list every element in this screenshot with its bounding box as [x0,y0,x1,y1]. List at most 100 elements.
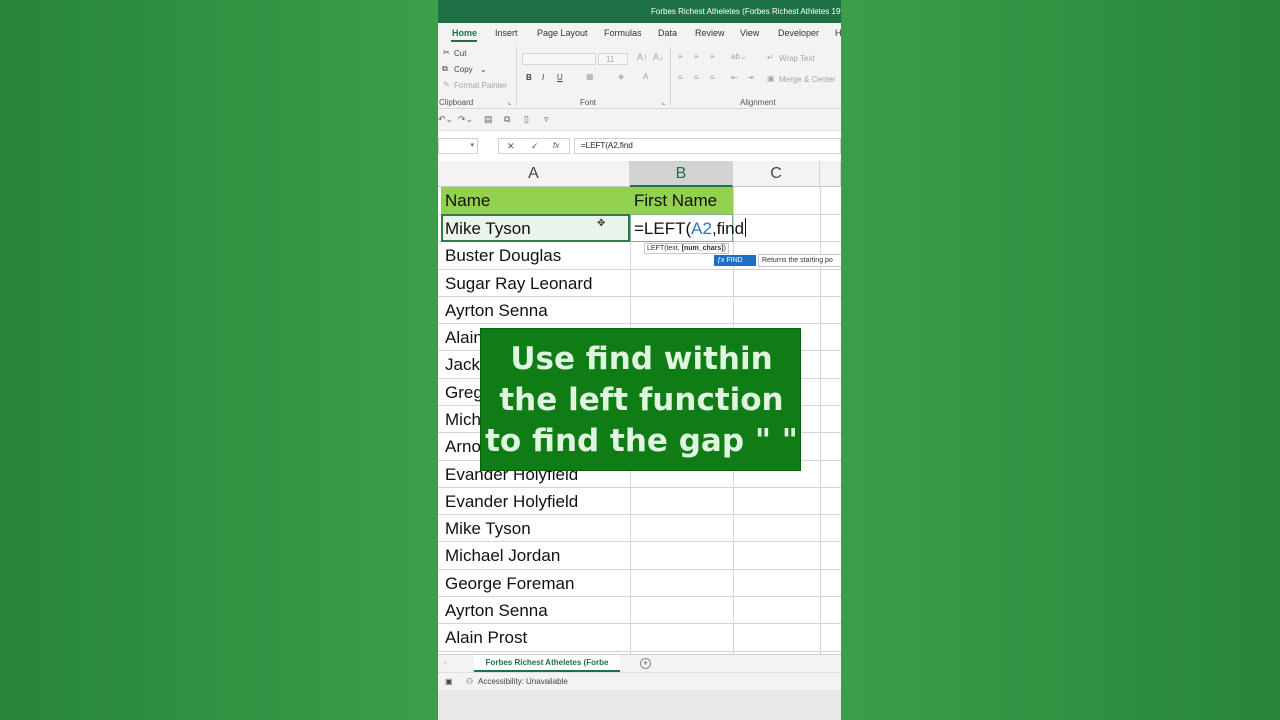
scissors-icon: ✂ [443,48,450,57]
copy-button[interactable]: Copy [454,65,473,74]
tab-insert[interactable]: Insert [495,28,518,38]
tab-data[interactable]: Data [658,28,677,38]
borders-icon[interactable]: ▦ [586,72,594,81]
name-box[interactable]: ▾ [438,138,478,154]
cell-formula-text: =LEFT(A2,find [634,218,747,238]
wrap-text-button[interactable]: Wrap Text [779,54,815,63]
active-tab-indicator [451,40,477,42]
italic-button[interactable]: I [542,73,544,82]
align-right-icon[interactable]: ≡ [710,73,715,82]
tab-home[interactable]: Home [452,28,477,38]
insert-function-button[interactable]: fx [553,141,559,150]
form-icon[interactable]: ▤ [484,114,493,125]
caption-line: the left function [499,382,784,418]
list-item[interactable]: George Foreman [441,570,630,597]
enter-formula-button[interactable]: ✓ [531,141,539,152]
align-left-icon[interactable]: ≡ [678,73,683,82]
grow-font-icon[interactable]: A↑ [637,52,648,62]
macro-record-icon[interactable]: ▣ [445,677,453,686]
decrease-indent-icon[interactable]: ⇤ [731,73,738,82]
brush-icon: ✎ [443,80,450,89]
align-top-icon[interactable]: ≡ [678,52,683,61]
title-bar: Forbes Richest Atheletes (Forbes Richest… [438,0,841,23]
format-painter-button[interactable]: Format Painter [454,81,507,90]
chevron-left-icon[interactable]: ‹ [444,658,447,667]
list-item[interactable]: Ayrton Senna [441,597,630,624]
align-middle-icon[interactable]: ≡ [694,52,699,61]
formula-bar: ▾ ✕ ✓ fx =LEFT(A2,find [438,131,841,161]
font-name-input[interactable] [522,53,596,65]
tab-review[interactable]: Review [695,28,725,38]
font-launcher-icon[interactable]: ⌞ [662,98,665,106]
bold-button[interactable]: B [526,73,532,82]
tab-view[interactable]: View [740,28,759,38]
copy-dropdown-icon[interactable]: ⌄ [480,65,487,74]
window-title: Forbes Richest Atheletes (Forbes Richest… [651,7,841,16]
print-preview-icon[interactable]: ▯ [524,114,529,125]
column-header-b[interactable]: B [630,161,733,187]
align-bottom-icon[interactable]: ≡ [710,52,715,61]
align-center-icon[interactable]: ≡ [694,73,699,82]
tab-page-layout[interactable]: Page Layout [537,28,588,38]
text-caret [745,218,747,237]
function-tooltip: LEFT(text, [num_chars]) [644,243,729,254]
list-item[interactable]: Alain Prost [441,624,630,651]
list-item[interactable]: Mike Tyson [441,515,630,542]
autocomplete-item-find[interactable]: ƒx FIND [714,255,756,266]
list-item[interactable]: Ayrton Senna [441,297,630,324]
column-header-d[interactable] [820,161,841,187]
background-left [0,0,438,720]
increase-indent-icon[interactable]: ⇥ [747,73,754,82]
shrink-font-icon[interactable]: A↓ [653,52,664,62]
ribbon: ✂ Cut ⧉ Copy ⌄ ✎ Format Painter Clipboar… [438,43,841,109]
taskbar-area [438,690,841,720]
merge-icon: ▣ [767,74,775,83]
alignment-group-label: Alignment [740,98,776,107]
tab-help[interactable]: H [835,28,841,38]
font-color-icon[interactable]: A [643,72,648,81]
copy-icon[interactable]: ⧉ [504,114,510,125]
tab-developer[interactable]: Developer [778,28,819,38]
list-item[interactable]: Sugar Ray Leonard [441,270,630,297]
video-caption: Use find within the left function to fin… [480,328,801,471]
separator [516,47,517,105]
list-item[interactable]: Evander Holyfield [441,488,630,515]
header-cell-first-name[interactable]: First Name [630,187,733,214]
caption-line: to find the gap " " [485,423,798,459]
gridline [438,651,841,652]
orientation-icon[interactable]: ab⌄ [731,52,747,61]
formula-input[interactable]: =LEFT(A2,find [574,138,841,154]
list-item[interactable]: Buster Douglas [441,242,630,269]
font-group-label: Font [580,98,597,107]
underline-button[interactable]: U [557,73,563,82]
column-header-c[interactable]: C [733,161,820,187]
background-right [841,0,1280,720]
accessibility-icon: ⚇ [466,677,474,686]
redo-icon[interactable]: ↷⌄ [458,114,473,125]
list-item[interactable]: Michael Jordan [441,542,630,569]
formula-text: =LEFT(A2,find [581,141,633,150]
separator [670,47,671,105]
column-header-a[interactable]: A [438,161,630,187]
font-size-input[interactable]: 11 [598,53,628,65]
copy-icon: ⧉ [442,64,448,73]
customize-toolbar-icon[interactable]: ▿ [544,114,549,125]
accessibility-status[interactable]: Accessibility: Unavailable [478,677,568,686]
chevron-down-icon[interactable]: ▾ [470,141,474,149]
sheet-tab[interactable]: Forbes Richest Atheletes (Forbe [474,655,620,672]
autocomplete-description: Returns the starting po [758,254,841,267]
clipboard-launcher-icon[interactable]: ⌞ [508,98,511,106]
cut-button[interactable]: Cut [454,49,466,58]
wrap-text-icon: ↵ [767,53,774,62]
header-cell-name[interactable]: Name [441,187,630,214]
list-item[interactable]: Mike Tyson [441,215,630,242]
undo-icon[interactable]: ↶⌄ [438,114,453,125]
merge-center-button[interactable]: Merge & Center [779,75,835,84]
fill-color-icon[interactable]: ◈ [618,72,624,81]
cancel-formula-button[interactable]: ✕ [507,141,515,152]
clipboard-group-label: Clipboard [439,98,474,107]
add-sheet-icon[interactable]: + [640,658,651,669]
tab-formulas[interactable]: Formulas [604,28,642,38]
ribbon-tabs: Home Insert Page Layout Formulas Data Re… [438,23,841,43]
quick-access-toolbar: ↶⌄ ↷⌄ ▤ ⧉ ▯ ▿ [438,109,841,131]
